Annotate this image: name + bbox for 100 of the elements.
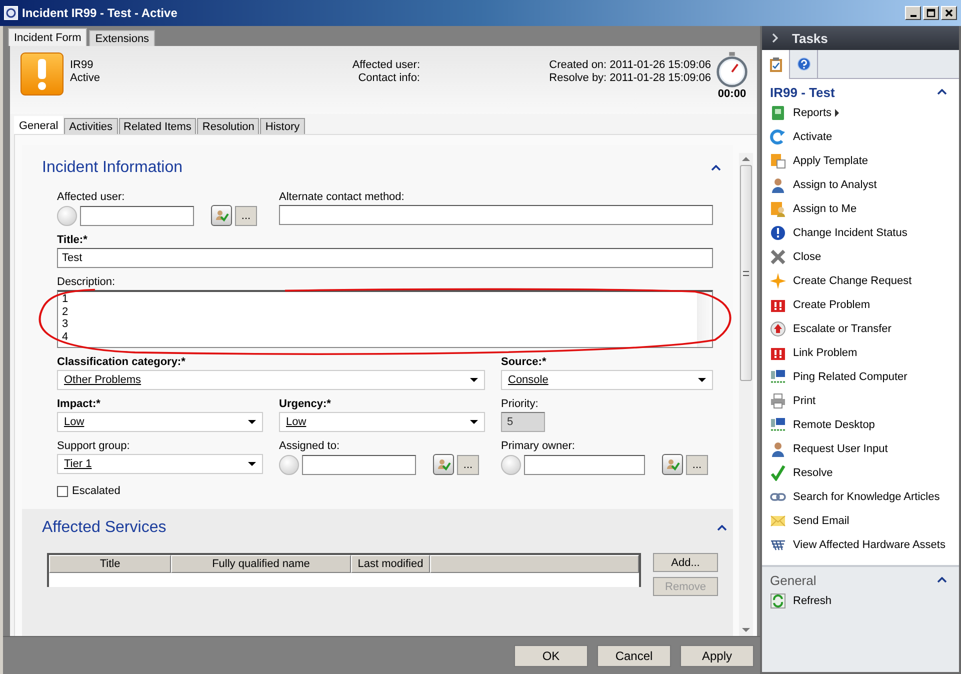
table-action-button[interactable]: Add... — [653, 553, 718, 572]
scrollbar[interactable] — [697, 292, 712, 347]
task-item[interactable]: Assign to Me — [762, 197, 959, 221]
impact-dropdown[interactable]: Low — [57, 412, 263, 432]
created-on-text: Created on: 2011-01-26 15:09:06 — [549, 59, 711, 72]
minimize-button[interactable] — [905, 6, 921, 20]
scrollbar[interactable] — [739, 153, 753, 636]
task-item[interactable]: Search for Knowledge Articles — [762, 485, 959, 509]
person-check-icon — [436, 457, 450, 471]
check-names-button[interactable] — [662, 454, 683, 475]
form-tab[interactable]: General — [14, 116, 64, 134]
task-item[interactable]: Resolve — [762, 461, 959, 485]
tasks-title: Tasks — [792, 30, 828, 46]
task-item[interactable]: Apply Template — [762, 149, 959, 173]
form-tab[interactable]: History — [260, 118, 305, 134]
collapse-icon[interactable] — [937, 577, 947, 583]
person-icon — [770, 177, 786, 193]
task-group-title: General — [770, 572, 816, 588]
column-header[interactable]: Title — [49, 555, 171, 573]
task-item[interactable]: Assign to Analyst — [762, 173, 959, 197]
check-icon — [770, 465, 786, 481]
primary-owner-field[interactable] — [524, 454, 645, 474]
dropdown-arrow-icon — [248, 462, 256, 466]
template-icon — [770, 153, 786, 169]
dialog-button[interactable]: Cancel — [597, 644, 671, 666]
browse-button[interactable]: ... — [686, 454, 708, 474]
task-item[interactable]: Reports — [762, 101, 959, 125]
task-item[interactable]: Remote Desktop — [762, 413, 959, 437]
task-group-title: IR99 - Test — [770, 84, 835, 100]
field-label: Priority: — [501, 398, 540, 410]
dropdown-arrow-icon — [470, 420, 478, 424]
cross-icon — [770, 249, 786, 265]
tasks-tab[interactable] — [762, 50, 790, 79]
close-button[interactable] — [941, 6, 957, 20]
maximize-button[interactable] — [923, 6, 939, 20]
column-header[interactable]: Last modified — [351, 555, 430, 573]
task-item[interactable]: Create Problem — [762, 293, 959, 317]
check-names-button[interactable] — [211, 205, 232, 226]
classification-dropdown[interactable]: Other Problems — [57, 370, 485, 390]
task-item[interactable]: Send Email — [762, 509, 959, 533]
form-tab[interactable]: Extensions — [89, 30, 156, 46]
field-label: Support group: — [57, 440, 131, 452]
task-item[interactable]: Create Change Request — [762, 269, 959, 293]
browse-button[interactable]: ... — [457, 454, 479, 474]
source-dropdown[interactable]: Console — [501, 370, 713, 390]
description-line: 1 — [62, 293, 70, 306]
check-names-button[interactable] — [433, 454, 454, 475]
form-tab[interactable]: Resolution — [197, 118, 260, 134]
task-item[interactable]: Request User Input — [762, 437, 959, 461]
affected-user-field[interactable] — [80, 206, 194, 226]
form-tab[interactable]: Activities — [64, 118, 118, 134]
checkbox-label: Escalated — [72, 485, 120, 497]
submenu-arrow-icon — [834, 109, 839, 117]
field-label: Affected user: — [57, 191, 126, 203]
alternate-contact-field[interactable] — [279, 205, 713, 225]
mail-icon — [770, 513, 786, 529]
column-header[interactable]: Fully qualified name — [171, 555, 351, 573]
support-group-dropdown[interactable]: Tier 1 — [57, 454, 263, 474]
scroll-up-icon[interactable] — [742, 157, 750, 161]
field-label: Assigned to: — [279, 440, 341, 452]
task-item[interactable]: Refresh — [762, 589, 959, 613]
arrow-icon — [770, 129, 786, 145]
section-title: Incident Information — [42, 159, 183, 177]
form-tab[interactable]: Incident Form — [8, 28, 88, 46]
dialog-button[interactable]: Apply — [680, 644, 754, 666]
computer-icon — [770, 369, 786, 385]
refresh-icon — [770, 593, 786, 609]
task-item[interactable]: Close — [762, 245, 959, 269]
incident-id: IR99 — [70, 59, 94, 72]
computer-icon — [770, 417, 786, 433]
dialog-button[interactable]: OK — [514, 644, 588, 666]
collapse-icon[interactable] — [937, 89, 947, 95]
task-item[interactable]: View Affected Hardware Assets — [762, 533, 959, 557]
stopwatch-icon — [715, 52, 749, 88]
dropdown-arrow-icon — [698, 378, 706, 382]
task-item[interactable]: Link Problem — [762, 341, 959, 365]
timer-text: 00:00 — [718, 88, 746, 100]
task-item[interactable]: Activate — [762, 125, 959, 149]
escalated-checkbox[interactable] — [57, 486, 68, 496]
window-title: Incident IR99 - Test - Active — [22, 6, 178, 20]
status-indicator — [501, 454, 521, 474]
assigned-to-field[interactable] — [302, 454, 416, 474]
scroll-down-icon[interactable] — [742, 628, 750, 632]
collapse-icon[interactable] — [717, 525, 727, 531]
browse-button[interactable]: ... — [235, 206, 257, 226]
description-field[interactable]: 1 2 3 4 — [57, 290, 713, 348]
task-item[interactable]: Change Incident Status — [762, 221, 959, 245]
field-label: Description: — [57, 276, 116, 288]
contact-info-label: Contact info: — [358, 72, 420, 85]
task-item[interactable]: Ping Related Computer — [762, 365, 959, 389]
task-item[interactable]: Escalate or Transfer — [762, 317, 959, 341]
urgency-dropdown[interactable]: Low — [279, 412, 485, 432]
task-item[interactable]: Print — [762, 389, 959, 413]
collapse-icon[interactable] — [711, 165, 721, 171]
form-tab[interactable]: Related Items — [118, 118, 196, 134]
printer-icon — [770, 393, 786, 409]
field-label: Classification category:* — [57, 356, 186, 368]
title-field[interactable]: Test — [57, 248, 713, 268]
expand-pane-icon[interactable] — [772, 33, 778, 43]
field-label: Primary owner: — [501, 440, 576, 452]
